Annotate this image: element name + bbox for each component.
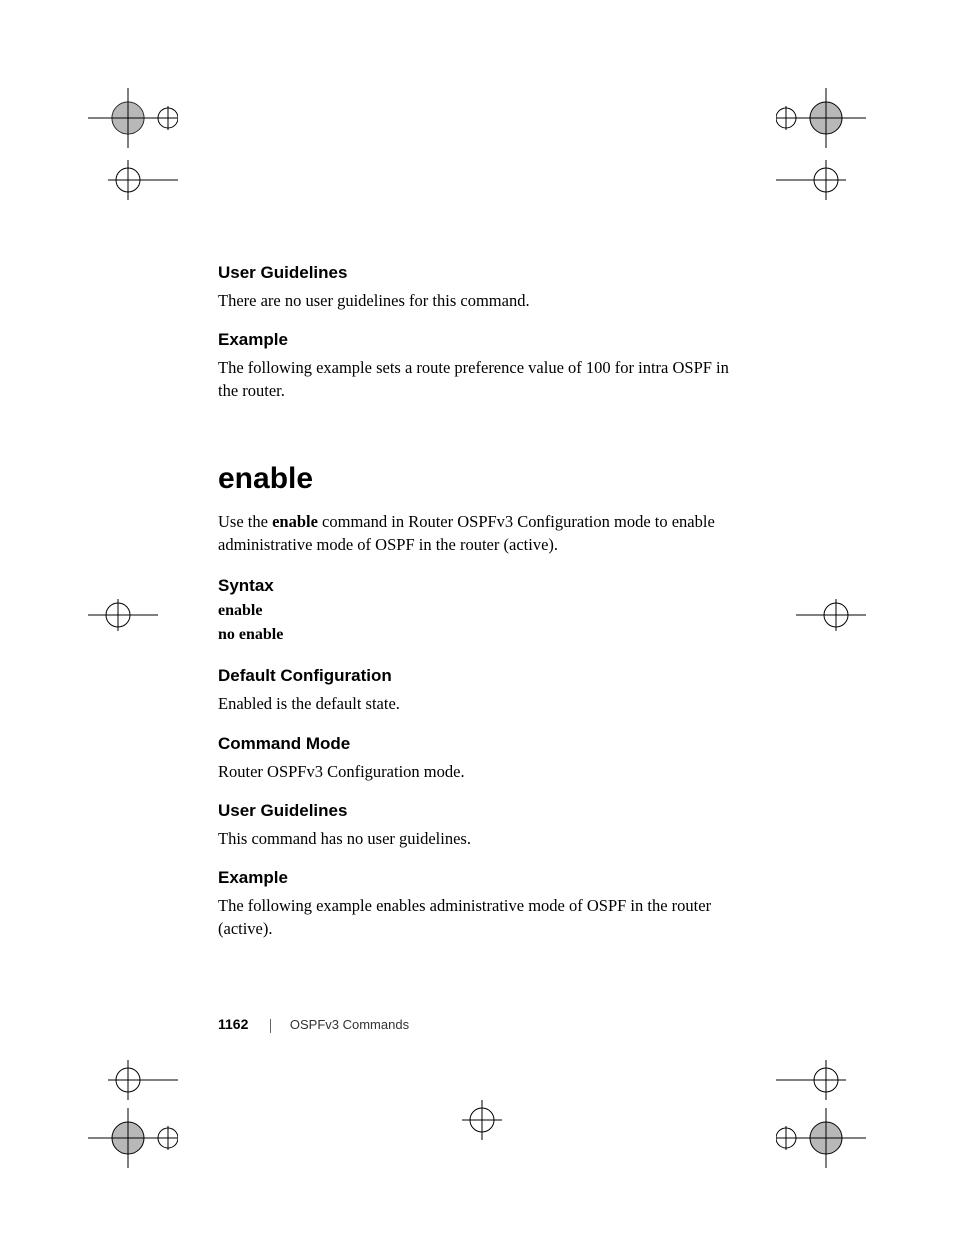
registration-mark-icon [78, 150, 178, 210]
intro-bold: enable [272, 512, 318, 531]
user-guidelines-heading-2: User Guidelines [218, 801, 738, 821]
example-section-1: Example The following example sets a rou… [218, 330, 738, 402]
command-mode-section: Command Mode Router OSPFv3 Configuration… [218, 734, 738, 783]
command-mode-heading: Command Mode [218, 734, 738, 754]
registration-mark-icon [78, 88, 178, 148]
footer-chapter-title: OSPFv3 Commands [290, 1017, 409, 1032]
syntax-line-2: no enable [218, 626, 738, 644]
page-footer: 1162 OSPFv3 Commands [218, 1016, 409, 1033]
example-heading-1: Example [218, 330, 738, 350]
registration-mark-icon [78, 1050, 178, 1110]
registration-mark-icon [452, 1090, 512, 1150]
command-title: enable [218, 462, 738, 496]
example-heading-2: Example [218, 868, 738, 888]
example-section-2: Example The following example enables ad… [218, 868, 738, 940]
user-guidelines-section-2: User Guidelines This command has no user… [218, 801, 738, 850]
example-text-2: The following example enables administra… [218, 894, 738, 940]
default-config-text: Enabled is the default state. [218, 692, 738, 715]
registration-mark-icon [776, 1050, 876, 1110]
default-config-section: Default Configuration Enabled is the def… [218, 666, 738, 715]
syntax-heading: Syntax [218, 576, 738, 596]
syntax-section: Syntax enable no enable [218, 576, 738, 644]
registration-mark-icon [776, 1108, 876, 1168]
user-guidelines-text-2: This command has no user guidelines. [218, 827, 738, 850]
default-config-heading: Default Configuration [218, 666, 738, 686]
syntax-line-1: enable [218, 602, 738, 620]
registration-mark-icon [776, 150, 876, 210]
user-guidelines-text-1: There are no user guidelines for this co… [218, 289, 738, 312]
page-number: 1162 [218, 1016, 248, 1032]
page-content: User Guidelines There are no user guidel… [218, 263, 738, 958]
registration-mark-icon [796, 595, 876, 635]
command-intro: Use the enable command in Router OSPFv3 … [218, 510, 738, 556]
intro-prefix: Use the [218, 512, 272, 531]
command-mode-text: Router OSPFv3 Configuration mode. [218, 760, 738, 783]
user-guidelines-heading-1: User Guidelines [218, 263, 738, 283]
footer-separator [270, 1019, 271, 1033]
registration-mark-icon [776, 88, 876, 148]
example-text-1: The following example sets a route prefe… [218, 356, 738, 402]
registration-mark-icon [78, 1108, 178, 1168]
user-guidelines-section-1: User Guidelines There are no user guidel… [218, 263, 738, 312]
registration-mark-icon [78, 595, 158, 635]
